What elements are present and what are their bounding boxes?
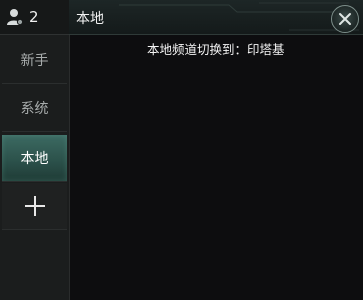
message-area[interactable]: 本地频道切换到：印塔基 bbox=[70, 35, 363, 300]
player-count-bar[interactable]: 2 bbox=[0, 0, 69, 35]
person-icon bbox=[7, 9, 24, 26]
tab-label: 新手 bbox=[20, 53, 49, 69]
chat-header: 本地 bbox=[69, 0, 363, 35]
plus-icon bbox=[24, 196, 45, 216]
player-count: 2 bbox=[29, 8, 39, 26]
add-channel-button[interactable] bbox=[2, 183, 67, 230]
tab-system[interactable]: 系统 bbox=[2, 85, 67, 132]
tab-newbie[interactable]: 新手 bbox=[2, 37, 67, 84]
header-ornament bbox=[119, 2, 359, 31]
channel-title: 本地 bbox=[76, 11, 104, 27]
system-message: 本地频道切换到：印塔基 bbox=[147, 42, 285, 57]
tab-label: 本地 bbox=[20, 151, 49, 167]
tab-label: 系统 bbox=[20, 101, 49, 117]
channel-sidebar: 2 新手 系统 本地 bbox=[0, 0, 70, 300]
close-icon bbox=[339, 13, 351, 25]
close-button[interactable] bbox=[331, 5, 359, 33]
tab-local[interactable]: 本地 bbox=[2, 135, 67, 182]
chat-window: 2 新手 系统 本地 本地 本地频道切换到：印塔基 bbox=[0, 0, 363, 300]
